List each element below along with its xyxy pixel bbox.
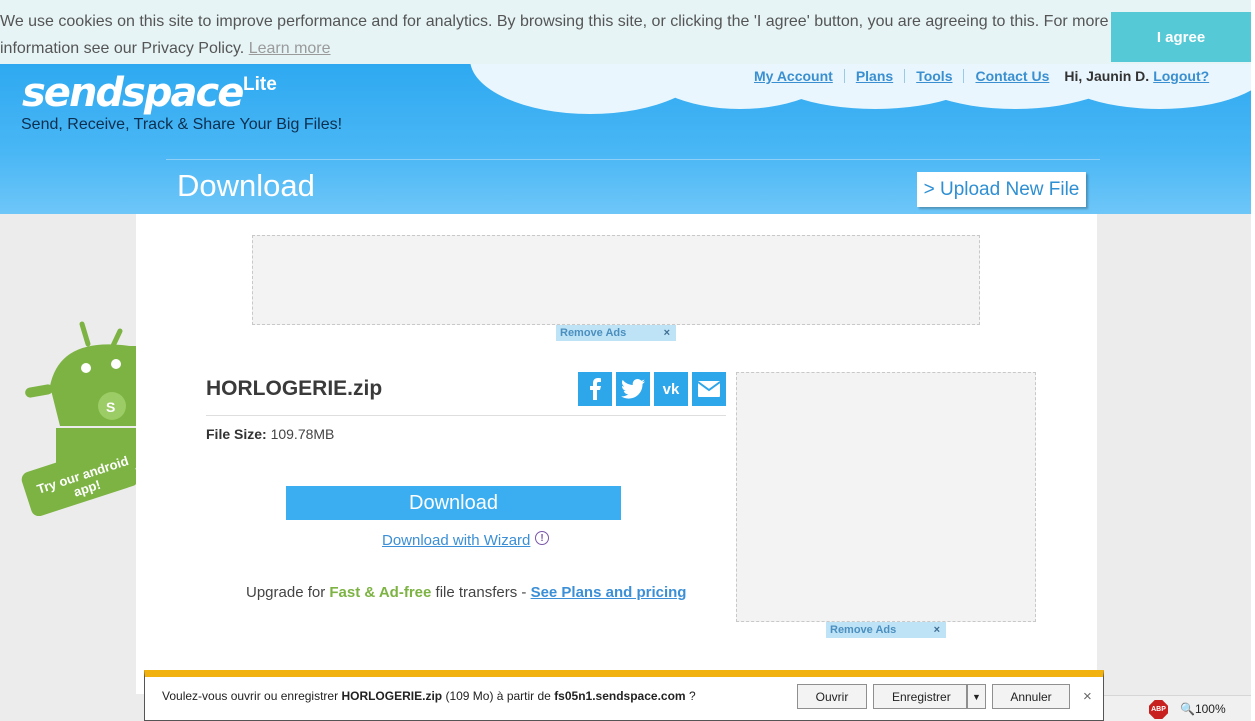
file-size-value: 109.78MB bbox=[270, 426, 335, 442]
svg-text:S: S bbox=[106, 399, 115, 415]
download-notification-bar: Voulez-vous ouvrir ou enregistrer HORLOG… bbox=[144, 670, 1104, 721]
notification-size: (109 Mo) à partir de bbox=[445, 689, 551, 703]
top-ad-placeholder bbox=[252, 235, 980, 325]
save-label: Enregistrer bbox=[892, 689, 951, 704]
twitter-icon bbox=[621, 379, 645, 399]
save-dropdown-chevron-icon[interactable]: ▼ bbox=[967, 684, 986, 709]
zoom-level[interactable]: 🔍100% bbox=[1180, 702, 1226, 716]
file-size-label: File Size: bbox=[206, 426, 267, 442]
nav-separator bbox=[843, 69, 845, 83]
notification-prefix: Voulez-vous ouvrir ou enregistrer bbox=[162, 689, 339, 703]
zoom-icon: 🔍 bbox=[1180, 702, 1195, 716]
logout-link[interactable]: Logout? bbox=[1153, 68, 1209, 84]
twitter-icon[interactable] bbox=[616, 372, 650, 406]
vk-icon[interactable]: vk bbox=[654, 372, 688, 406]
info-icon[interactable]: ! bbox=[535, 531, 549, 545]
facebook-icon[interactable] bbox=[578, 372, 612, 406]
top-navigation: My Account Plans Tools Contact Us Hi, Ja… bbox=[754, 68, 1209, 84]
site-header: sendspace Lite Send, Receive, Track & Sh… bbox=[0, 64, 1251, 214]
file-divider bbox=[206, 415, 726, 416]
nav-separator bbox=[963, 69, 965, 83]
email-icon[interactable] bbox=[692, 372, 726, 406]
notification-host: fs05n1.sendspace.com bbox=[554, 689, 686, 703]
vk-icon: vk bbox=[662, 380, 680, 398]
email-icon bbox=[697, 381, 721, 397]
header-divider bbox=[166, 159, 1100, 160]
file-name: HORLOGERIE.zip bbox=[206, 377, 383, 400]
see-plans-link[interactable]: See Plans and pricing bbox=[531, 584, 687, 601]
page-title: Download bbox=[177, 168, 315, 203]
upload-new-file-button[interactable]: > Upload New File bbox=[917, 172, 1086, 207]
cancel-button[interactable]: Annuler bbox=[992, 684, 1070, 709]
remove-ads-label[interactable]: Remove Ads bbox=[560, 327, 626, 339]
remove-ads-label[interactable]: Remove Ads bbox=[830, 624, 896, 636]
nav-tools[interactable]: Tools bbox=[916, 68, 952, 84]
learn-more-link[interactable]: Learn more bbox=[249, 40, 331, 57]
status-bar: ABP 🔍100% bbox=[1104, 695, 1251, 721]
cookie-banner: We use cookies on this site to improve p… bbox=[0, 0, 1255, 64]
close-icon[interactable]: × bbox=[1083, 688, 1092, 705]
file-size: File Size: 109.78MB bbox=[206, 426, 334, 442]
nav-separator bbox=[904, 69, 906, 83]
side-ad-placeholder bbox=[736, 372, 1036, 622]
remove-ads-side[interactable]: Remove Ads × bbox=[826, 622, 946, 638]
tagline: Send, Receive, Track & Share Your Big Fi… bbox=[21, 116, 343, 133]
close-icon[interactable]: × bbox=[664, 325, 670, 341]
notification-suffix: ? bbox=[688, 689, 696, 703]
upgrade-promo: Upgrade for Fast & Ad-free file transfer… bbox=[246, 584, 686, 601]
adblock-plus-icon[interactable]: ABP bbox=[1149, 700, 1168, 719]
close-icon[interactable]: × bbox=[934, 622, 940, 638]
nav-plans[interactable]: Plans bbox=[856, 68, 893, 84]
upgrade-middle: file transfers - bbox=[435, 584, 527, 601]
nav-my-account[interactable]: My Account bbox=[754, 68, 833, 84]
upgrade-prefix: Upgrade for bbox=[246, 584, 326, 601]
notification-message: Voulez-vous ouvrir ou enregistrer HORLOG… bbox=[162, 689, 696, 703]
remove-ads-top[interactable]: Remove Ads × bbox=[556, 325, 676, 341]
nav-contact-us[interactable]: Contact Us bbox=[975, 68, 1049, 84]
download-with-wizard-link[interactable]: Download with Wizard bbox=[382, 532, 530, 549]
cookie-message: We use cookies on this site to improve p… bbox=[0, 8, 1110, 62]
cookie-text: We use cookies on this site to improve p… bbox=[0, 13, 1109, 57]
notification-filename: HORLOGERIE.zip bbox=[341, 689, 443, 703]
save-button[interactable]: Enregistrer bbox=[873, 684, 967, 709]
android-app-promo[interactable]: S Try our android app! bbox=[20, 316, 136, 516]
download-button[interactable]: Download bbox=[286, 486, 621, 520]
zoom-value: 100% bbox=[1194, 702, 1226, 716]
facebook-icon bbox=[590, 378, 601, 400]
agree-button[interactable]: I agree bbox=[1111, 12, 1251, 62]
user-greeting: Hi, Jaunin D. bbox=[1064, 68, 1150, 84]
logo-lite-badge: Lite bbox=[243, 74, 277, 95]
upgrade-highlight: Fast & Ad-free bbox=[329, 584, 432, 601]
open-button[interactable]: Ouvrir bbox=[797, 684, 867, 709]
scrollbar[interactable] bbox=[1251, 0, 1255, 721]
sendspace-logo[interactable]: sendspace bbox=[22, 70, 244, 116]
